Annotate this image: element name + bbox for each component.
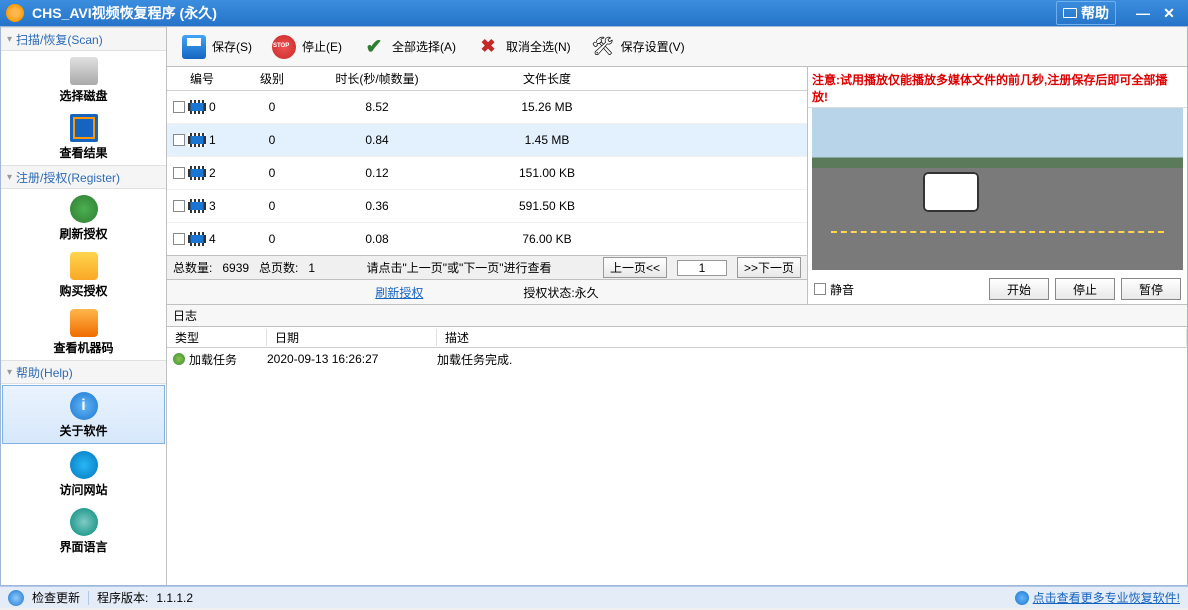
row-checkbox[interactable] — [173, 200, 185, 212]
check-icon: ✔ — [362, 35, 386, 59]
sidebar: ▾扫描/恢复(Scan) 选择磁盘 查看结果 ▾注册/授权(Register) … — [1, 27, 167, 585]
row-checkbox[interactable] — [173, 101, 185, 113]
result-table-area: 编号 级别 时长(秒/帧数量) 文件长度 008.5215.26 MB100.8… — [167, 67, 808, 304]
log-col-type[interactable]: 类型 — [167, 329, 267, 346]
more-software-link[interactable]: 点击查看更多专业恢复软件! — [1015, 589, 1180, 606]
auth-bar: 刷新授权 授权状态:永久 — [167, 279, 807, 304]
sidebar-item-view-machine-code[interactable]: 查看机器码 — [1, 303, 166, 360]
refresh-auth-link[interactable]: 刷新授权 — [375, 284, 423, 301]
version-value: 1.1.1.2 — [156, 591, 193, 605]
sidebar-group-register[interactable]: ▾注册/授权(Register) — [1, 165, 166, 189]
page-number-input[interactable]: 1 — [677, 260, 727, 276]
globe-icon — [70, 451, 98, 479]
pagination-hint: 请点击"上一页"或"下一页"进行查看 — [325, 259, 593, 276]
table-row[interactable]: 100.841.45 MB — [167, 124, 807, 157]
stop-button[interactable]: 停止(E) — [263, 30, 351, 64]
row-checkbox[interactable] — [173, 233, 185, 245]
ok-icon — [173, 353, 185, 365]
sidebar-item-about[interactable]: i关于软件 — [2, 385, 165, 444]
mute-checkbox[interactable]: 静音 — [814, 281, 854, 298]
title-bar: CHS_AVI视频恢复程序 (永久) 帮助 — ✕ — [0, 0, 1188, 26]
next-page-button[interactable]: >>下一页 — [737, 257, 801, 278]
refresh-icon — [70, 195, 98, 223]
log-body: 加载任务2020-09-13 16:26:27加载任务完成. — [167, 348, 1187, 585]
sidebar-group-scan[interactable]: ▾扫描/恢复(Scan) — [1, 27, 166, 51]
app-title: CHS_AVI视频恢复程序 (永久) — [32, 3, 1056, 23]
unselect-all-button[interactable]: ✖取消全选(N) — [467, 30, 580, 64]
film-icon — [188, 166, 206, 180]
col-level[interactable]: 级别 — [237, 70, 307, 87]
total-value: 6939 — [222, 261, 249, 275]
disk-icon — [70, 57, 98, 85]
film-icon — [188, 232, 206, 246]
sidebar-item-language[interactable]: 界面语言 — [1, 502, 166, 559]
pages-label: 总页数: — [259, 259, 298, 276]
update-icon — [8, 590, 24, 606]
film-icon — [188, 133, 206, 147]
save-button[interactable]: 保存(S) — [173, 30, 261, 64]
table-row[interactable]: 400.0876.00 KB — [167, 223, 807, 255]
save-settings-button[interactable]: 🛠保存设置(V) — [582, 30, 694, 64]
table-row[interactable]: 008.5215.26 MB — [167, 91, 807, 124]
wrench-icon: 🛠 — [591, 35, 615, 59]
auth-status: 授权状态:永久 — [523, 284, 598, 301]
help-icon — [1063, 8, 1077, 18]
select-all-button[interactable]: ✔全部选择(A) — [353, 30, 465, 64]
key-icon — [70, 252, 98, 280]
table-row[interactable]: 200.12151.00 KB — [167, 157, 807, 190]
col-duration[interactable]: 时长(秒/帧数量) — [307, 70, 447, 87]
log-col-desc[interactable]: 描述 — [437, 329, 1187, 346]
play-start-button[interactable]: 开始 — [989, 278, 1049, 300]
cross-icon: ✖ — [476, 35, 500, 59]
preview-controls: 静音 开始 停止 暂停 — [808, 274, 1187, 304]
table-row[interactable]: 300.36591.50 KB — [167, 190, 807, 223]
status-bar: 检查更新 程序版本: 1.1.1.2 点击查看更多专业恢复软件! — [0, 586, 1188, 608]
result-icon — [70, 114, 98, 142]
pages-value: 1 — [308, 261, 315, 275]
toolbar: 保存(S) 停止(E) ✔全部选择(A) ✖取消全选(N) 🛠保存设置(V) — [167, 27, 1187, 67]
table-body: 008.5215.26 MB100.841.45 MB200.12151.00 … — [167, 91, 807, 255]
video-preview[interactable]: 2020-07-28 10:00:04 — [812, 108, 1183, 270]
language-icon — [70, 508, 98, 536]
checkbox-icon — [814, 283, 826, 295]
close-button[interactable]: ✕ — [1156, 5, 1182, 22]
preview-notice: 注意:试用播放仅能播放多媒体文件的前几秒,注册保存后即可全部播放! — [808, 67, 1187, 108]
info-icon: i — [70, 392, 98, 420]
film-icon — [188, 199, 206, 213]
magnifier-icon — [70, 309, 98, 337]
col-length[interactable]: 文件长度 — [447, 70, 647, 87]
sidebar-item-select-disk[interactable]: 选择磁盘 — [1, 51, 166, 108]
video-frame: 2020-07-28 10:00:04 — [812, 108, 1183, 270]
prev-page-button[interactable]: 上一页<< — [603, 257, 667, 278]
pagination-bar: 总数量: 6939 总页数: 1 请点击"上一页"或"下一页"进行查看 上一页<… — [167, 255, 807, 279]
check-update-link[interactable]: 检查更新 — [32, 589, 80, 606]
table-header: 编号 级别 时长(秒/帧数量) 文件长度 — [167, 67, 807, 91]
play-stop-button[interactable]: 停止 — [1055, 278, 1115, 300]
log-col-date[interactable]: 日期 — [267, 329, 437, 346]
stop-icon — [272, 35, 296, 59]
log-header: 类型 日期 描述 — [167, 326, 1187, 348]
log-row[interactable]: 加载任务2020-09-13 16:26:27加载任务完成. — [167, 348, 1187, 370]
app-icon — [6, 4, 24, 22]
log-title: 日志 — [167, 304, 1187, 326]
sidebar-item-refresh-auth[interactable]: 刷新授权 — [1, 189, 166, 246]
total-label: 总数量: — [173, 259, 212, 276]
info-circle-icon — [1015, 591, 1029, 605]
version-label: 程序版本: — [97, 589, 148, 606]
sidebar-item-view-result[interactable]: 查看结果 — [1, 108, 166, 165]
col-id[interactable]: 编号 — [167, 70, 237, 87]
row-checkbox[interactable] — [173, 134, 185, 146]
sidebar-group-help[interactable]: ▾帮助(Help) — [1, 360, 166, 384]
row-checkbox[interactable] — [173, 167, 185, 179]
help-button[interactable]: 帮助 — [1056, 1, 1116, 25]
sidebar-item-buy-auth[interactable]: 购买授权 — [1, 246, 166, 303]
save-icon — [182, 35, 206, 59]
play-pause-button[interactable]: 暂停 — [1121, 278, 1181, 300]
sidebar-item-website[interactable]: 访问网站 — [1, 445, 166, 502]
minimize-button[interactable]: — — [1130, 5, 1156, 21]
film-icon — [188, 100, 206, 114]
preview-panel: 注意:试用播放仅能播放多媒体文件的前几秒,注册保存后即可全部播放! 2020-0… — [808, 67, 1187, 304]
